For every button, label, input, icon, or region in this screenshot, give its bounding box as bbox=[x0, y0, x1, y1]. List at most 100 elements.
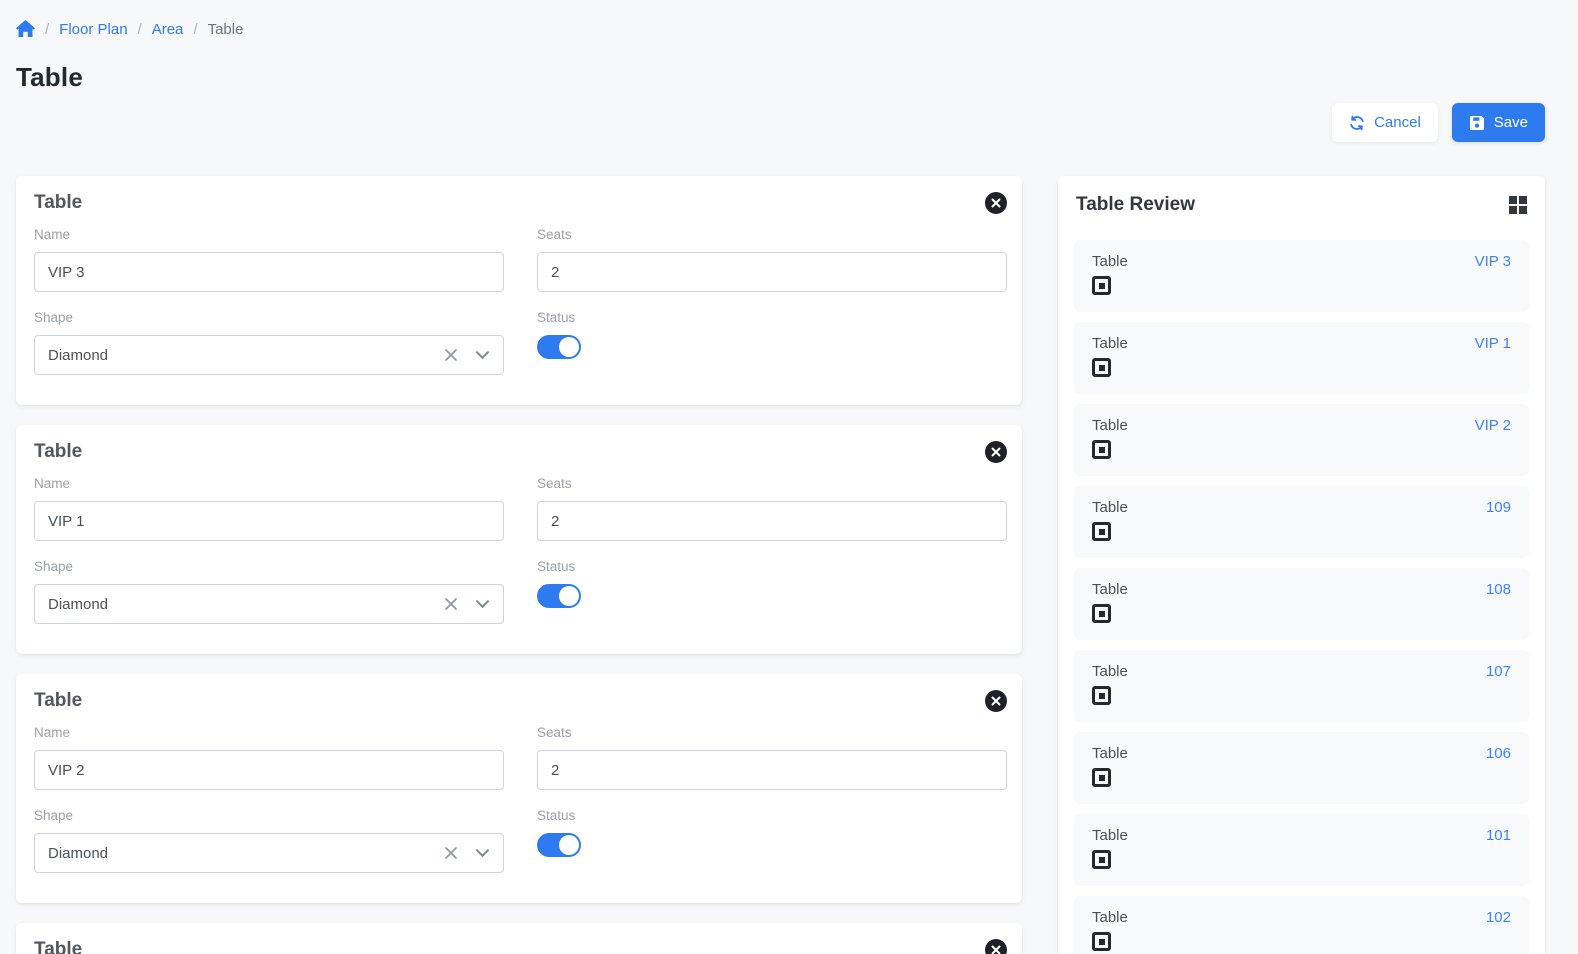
close-icon[interactable] bbox=[985, 690, 1007, 712]
action-bar: Cancel Save bbox=[16, 103, 1545, 142]
review-row-label: Table bbox=[1092, 581, 1128, 598]
status-toggle[interactable] bbox=[537, 584, 581, 608]
review-row-label: Table bbox=[1092, 499, 1128, 516]
review-row[interactable]: Table VIP 2 bbox=[1074, 404, 1529, 476]
clear-icon[interactable] bbox=[444, 846, 458, 860]
toggle-knob bbox=[559, 586, 579, 606]
review-row-label: Table bbox=[1092, 745, 1128, 762]
clear-icon[interactable] bbox=[444, 597, 458, 611]
seats-label: Seats bbox=[537, 476, 1007, 491]
name-input[interactable] bbox=[34, 750, 504, 790]
review-row[interactable]: Table 109 bbox=[1074, 486, 1529, 558]
review-row-label: Table bbox=[1092, 909, 1128, 926]
review-row-value[interactable]: VIP 1 bbox=[1475, 335, 1511, 384]
review-row[interactable]: Table 101 bbox=[1074, 814, 1529, 886]
seats-input[interactable] bbox=[537, 252, 1007, 292]
close-icon[interactable] bbox=[985, 939, 1007, 954]
status-label: Status bbox=[537, 310, 1007, 325]
card-title: Table bbox=[34, 192, 82, 214]
name-label: Name bbox=[34, 476, 504, 491]
review-row-label: Table bbox=[1092, 417, 1128, 434]
seats-input[interactable] bbox=[537, 750, 1007, 790]
review-row-label: Table bbox=[1092, 663, 1128, 680]
breadcrumb-separator: / bbox=[138, 21, 142, 38]
save-button-label: Save bbox=[1494, 114, 1528, 131]
chevron-down-icon[interactable] bbox=[475, 350, 490, 360]
status-label: Status bbox=[537, 559, 1007, 574]
breadcrumb-link-area[interactable]: Area bbox=[152, 21, 184, 38]
shape-label: Shape bbox=[34, 559, 504, 574]
save-icon bbox=[1469, 115, 1485, 131]
cancel-button[interactable]: Cancel bbox=[1332, 103, 1438, 142]
shape-label: Shape bbox=[34, 808, 504, 823]
name-label: Name bbox=[34, 725, 504, 740]
review-row[interactable]: Table VIP 3 bbox=[1074, 240, 1529, 312]
chevron-down-icon[interactable] bbox=[475, 848, 490, 858]
close-icon[interactable] bbox=[985, 192, 1007, 214]
table-review-title: Table Review bbox=[1076, 194, 1195, 216]
shape-select[interactable]: Diamond bbox=[34, 833, 504, 873]
close-icon[interactable] bbox=[985, 441, 1007, 463]
review-row-value[interactable]: 106 bbox=[1486, 745, 1511, 794]
review-row[interactable]: Table 102 bbox=[1074, 896, 1529, 954]
status-toggle[interactable] bbox=[537, 335, 581, 359]
review-row-value[interactable]: VIP 2 bbox=[1475, 417, 1511, 466]
review-row-list: Table VIP 3 Table VIP 1 Table bbox=[1074, 240, 1529, 954]
cancel-button-label: Cancel bbox=[1374, 114, 1421, 131]
page: / Floor Plan / Area / Table Table Cancel bbox=[0, 0, 1578, 954]
save-button[interactable]: Save bbox=[1452, 103, 1545, 142]
table-review-panel: Table Review Table VIP 3 Table VIP bbox=[1058, 176, 1545, 954]
review-row[interactable]: Table 108 bbox=[1074, 568, 1529, 640]
review-row-label: Table bbox=[1092, 335, 1128, 352]
table-card: Table Name Seats Shape bbox=[16, 176, 1022, 405]
review-row-value[interactable]: VIP 3 bbox=[1475, 253, 1511, 302]
status-label: Status bbox=[537, 808, 1007, 823]
review-row-label: Table bbox=[1092, 827, 1128, 844]
shape-label: Shape bbox=[34, 310, 504, 325]
breadcrumb-separator: / bbox=[193, 21, 197, 38]
review-row-value[interactable]: 108 bbox=[1486, 581, 1511, 630]
breadcrumb-separator: / bbox=[45, 21, 49, 38]
table-shape-icon bbox=[1092, 932, 1111, 951]
table-shape-icon bbox=[1092, 604, 1111, 623]
name-input[interactable] bbox=[34, 501, 504, 541]
breadcrumb-link-floor-plan[interactable]: Floor Plan bbox=[59, 21, 127, 38]
table-shape-icon bbox=[1092, 850, 1111, 869]
card-title: Table bbox=[34, 939, 82, 954]
content: Table Name Seats Shape bbox=[16, 176, 1545, 954]
review-row-value[interactable]: 107 bbox=[1486, 663, 1511, 712]
seats-label: Seats bbox=[537, 725, 1007, 740]
table-shape-icon bbox=[1092, 358, 1111, 377]
shape-select[interactable]: Diamond bbox=[34, 584, 504, 624]
table-shape-icon bbox=[1092, 276, 1111, 295]
table-shape-icon bbox=[1092, 768, 1111, 787]
status-toggle[interactable] bbox=[537, 833, 581, 857]
shape-select-value: Diamond bbox=[48, 845, 444, 862]
table-shape-icon bbox=[1092, 522, 1111, 541]
seats-label: Seats bbox=[537, 227, 1007, 242]
seats-input[interactable] bbox=[537, 501, 1007, 541]
table-card: Table Name Seats Shape bbox=[16, 425, 1022, 654]
table-shape-icon bbox=[1092, 686, 1111, 705]
review-row[interactable]: Table VIP 1 bbox=[1074, 322, 1529, 394]
breadcrumb: / Floor Plan / Area / Table bbox=[16, 20, 1545, 38]
grid-view-icon[interactable] bbox=[1509, 196, 1527, 214]
review-row-value[interactable]: 102 bbox=[1486, 909, 1511, 954]
clear-icon[interactable] bbox=[444, 348, 458, 362]
review-row[interactable]: Table 107 bbox=[1074, 650, 1529, 722]
table-shape-icon bbox=[1092, 440, 1111, 459]
review-row-label: Table bbox=[1092, 253, 1128, 270]
shape-select[interactable]: Diamond bbox=[34, 335, 504, 375]
card-title: Table bbox=[34, 441, 82, 463]
breadcrumb-current: Table bbox=[208, 21, 244, 38]
refresh-icon bbox=[1349, 115, 1365, 131]
review-row[interactable]: Table 106 bbox=[1074, 732, 1529, 804]
review-row-value[interactable]: 109 bbox=[1486, 499, 1511, 548]
chevron-down-icon[interactable] bbox=[475, 599, 490, 609]
review-row-value[interactable]: 101 bbox=[1486, 827, 1511, 876]
shape-select-value: Diamond bbox=[48, 596, 444, 613]
page-title: Table bbox=[16, 62, 1545, 93]
toggle-knob bbox=[559, 835, 579, 855]
name-input[interactable] bbox=[34, 252, 504, 292]
home-icon[interactable] bbox=[16, 20, 35, 38]
